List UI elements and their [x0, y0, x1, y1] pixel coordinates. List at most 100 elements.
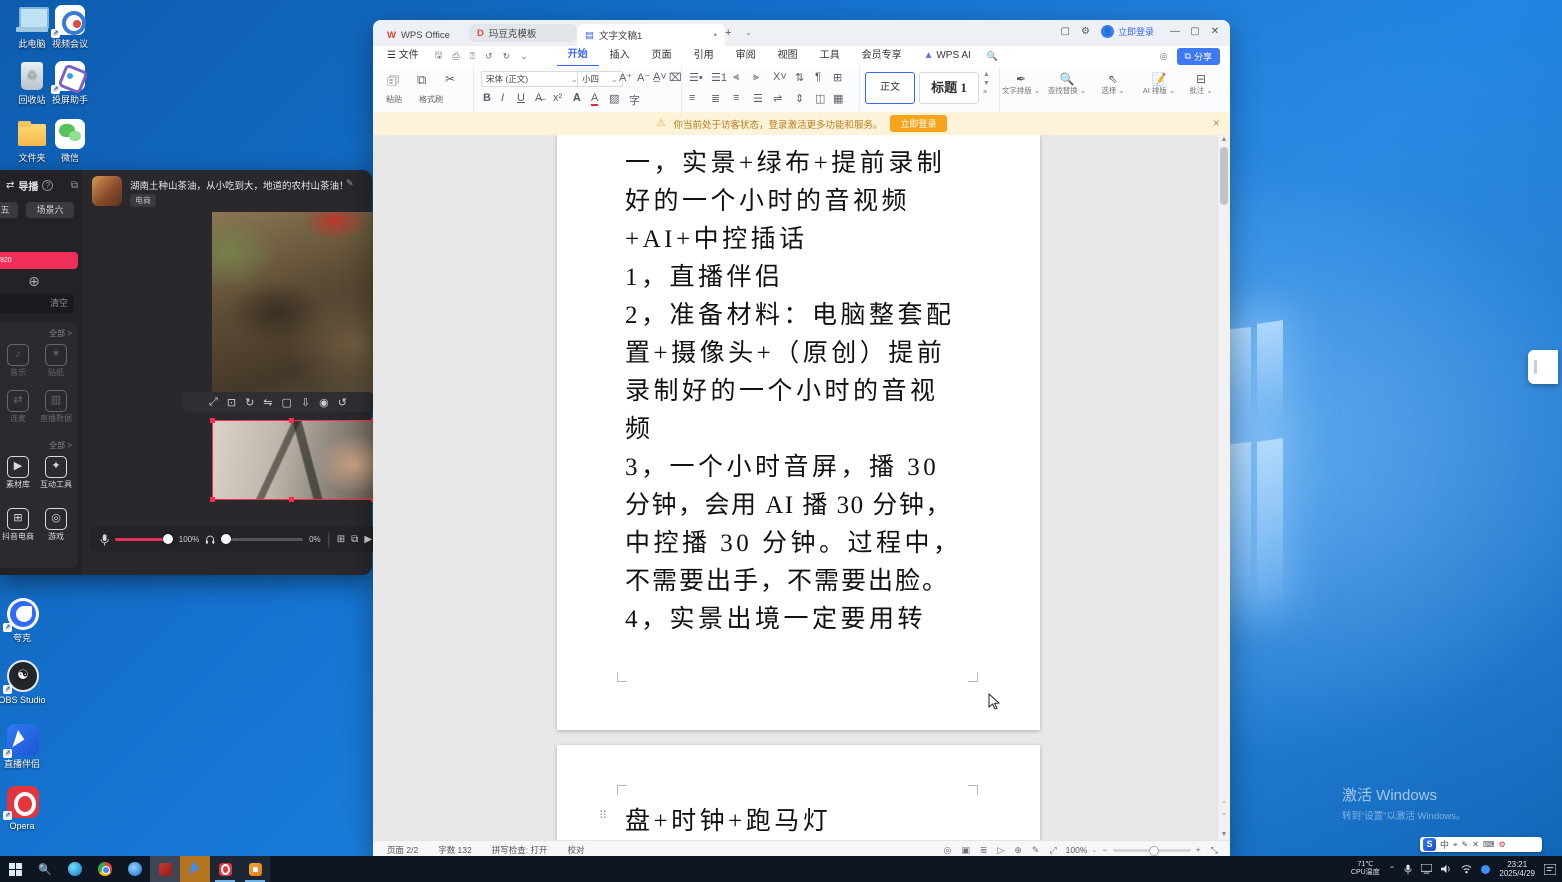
expand-icon[interactable]: ⤢: [209, 396, 218, 409]
settings-gear-icon[interactable]: ⚙: [1081, 26, 1090, 37]
edge-slideout-handle[interactable]: [1528, 350, 1558, 384]
crop-icon[interactable]: ▢: [282, 396, 292, 409]
desktop-icon-obs[interactable]: ☯ ↗ OBS Studio: [0, 660, 48, 706]
font-color-button[interactable]: A: [591, 92, 598, 106]
desktop-icon-wechat[interactable]: 微信: [42, 118, 98, 164]
tab-tools[interactable]: 工具: [809, 46, 851, 66]
text-effects-icon[interactable]: A̲˅: [653, 71, 667, 83]
highlight-button[interactable]: 𝐀: [573, 92, 581, 105]
flip-icon[interactable]: ⇋: [263, 396, 272, 409]
ime-keyboard-icon[interactable]: ⌨: [1483, 840, 1495, 849]
swap-icon[interactable]: ⇄: [6, 180, 14, 191]
help-icon[interactable]: ?: [42, 180, 53, 191]
ime-select-icon[interactable]: ⌖: [1453, 840, 1458, 850]
align-right-button[interactable]: ≡: [733, 92, 739, 104]
tab-reference[interactable]: 引用: [683, 46, 725, 66]
superscript-button[interactable]: x²: [553, 92, 562, 104]
reset-icon[interactable]: ↺: [338, 396, 347, 409]
scroll-up-arrow[interactable]: ▲: [1218, 135, 1230, 145]
indent-button[interactable]: ⫸: [753, 71, 759, 84]
tool-interactive[interactable]: ✦ 互动工具: [38, 456, 74, 489]
desktop-icon-opera[interactable]: ↗ Opera: [0, 786, 48, 832]
ime-close-icon[interactable]: ✕: [1472, 840, 1479, 849]
ime-settings-icon[interactable]: ⚙: [1498, 840, 1505, 849]
taskbar-orange-running-icon[interactable]: [240, 856, 270, 882]
select-button[interactable]: ⇖ 选择 ⌄: [1093, 72, 1133, 95]
ime-lang-mode[interactable]: 中: [1440, 838, 1449, 851]
desktop-icon-quark[interactable]: ↗ 夸克: [0, 598, 48, 644]
cut-icon[interactable]: ✂: [445, 72, 455, 86]
tab-home[interactable]: 开始: [557, 45, 599, 67]
headphone-icon[interactable]: [205, 534, 215, 545]
ime-handwrite-icon[interactable]: ✎: [1462, 840, 1469, 849]
ai-layout-button[interactable]: 📝 AI 排版 ⌄: [1139, 72, 1179, 95]
para-borders-button[interactable]: ▦: [833, 92, 843, 105]
document-area[interactable]: 一，实景+绿布+提前录制 好的一个小时的音视频 +AI+中控插话 1，直播伴侣 …: [373, 135, 1230, 840]
font-name-select[interactable]: 宋体 (正文)⌄: [481, 71, 583, 87]
ime-toolbar[interactable]: S 中 ⌖ ✎ ✕ ⌨ ⚙: [1420, 837, 1542, 852]
find-replace-button[interactable]: 🔍 查找替换 ⌄: [1047, 72, 1087, 95]
eye-mode-icon[interactable]: ◎: [939, 845, 957, 856]
paste-label[interactable]: 粘贴: [377, 94, 411, 105]
cpu-temp-widget[interactable]: 71℃CPU温度: [1351, 861, 1380, 877]
para-shading-button[interactable]: ◫: [815, 92, 825, 105]
sort-button[interactable]: ⇅: [795, 71, 804, 84]
taskbar-browser360-icon[interactable]: [120, 856, 150, 882]
mic-icon[interactable]: [100, 534, 109, 546]
tray-network-icon[interactable]: [1461, 864, 1472, 874]
web-view-icon[interactable]: ⊕: [1009, 845, 1027, 856]
align-center-button[interactable]: ≣: [711, 92, 720, 105]
bold-button[interactable]: B: [483, 92, 491, 104]
ime-logo[interactable]: S: [1423, 838, 1436, 851]
read-mode-icon[interactable]: ▷: [992, 845, 1009, 856]
wps-doc-tab-2[interactable]: D 玛豆克模板: [469, 24, 577, 42]
tray-clock[interactable]: 23:212025/4/29: [1499, 860, 1535, 878]
paste-icon[interactable]: 🗊: [387, 72, 399, 94]
search-icon[interactable]: 🔍: [982, 51, 1003, 62]
justify-button[interactable]: ☰: [753, 92, 763, 105]
login-entry[interactable]: 👤 立即登录: [1101, 25, 1154, 38]
desktop-icon-app2[interactable]: ↗ 投屏助手: [42, 60, 98, 106]
paragraph-drag-handle[interactable]: ⠿: [599, 809, 607, 822]
monitor-volume-slider[interactable]: [221, 538, 303, 541]
document-page-1[interactable]: 一，实景+绿布+提前录制 好的一个小时的音视频 +AI+中控插话 1，直播伴侣 …: [557, 135, 1040, 730]
share-button[interactable]: ⧉分享: [1177, 48, 1220, 65]
tab-wps-ai[interactable]: ▲ WPS AI: [913, 46, 982, 66]
taskbar-search-button[interactable]: 🔍: [30, 856, 60, 882]
tray-mic-icon[interactable]: [1404, 864, 1412, 875]
fit-page-icon[interactable]: ⤢: [1044, 845, 1061, 856]
redo-icon[interactable]: ↻: [498, 51, 516, 62]
page-view-icon[interactable]: ▣: [956, 845, 975, 856]
rotate-icon[interactable]: ↻: [245, 396, 254, 409]
taskbar-edge-icon[interactable]: [60, 856, 90, 882]
scene-active-bar[interactable]: 920: [0, 252, 78, 269]
asian-layout-button[interactable]: X˅: [773, 71, 787, 83]
fullscreen-icon[interactable]: ⊡: [227, 396, 236, 409]
scroll-down-arrow[interactable]: ▼: [1218, 831, 1230, 838]
notice-login-button[interactable]: 立即登录: [890, 115, 946, 132]
distribute-button[interactable]: ⇌: [773, 92, 782, 105]
comment-button[interactable]: ⊟ 批注 ⌄: [1181, 72, 1221, 95]
strikethrough-button[interactable]: A̶: [535, 92, 542, 104]
screen-share-icon[interactable]: ⧉: [351, 534, 358, 545]
taskbar-chrome-icon[interactable]: [90, 856, 120, 882]
video-source-1[interactable]: [212, 212, 374, 395]
tab-view[interactable]: 视图: [767, 46, 809, 66]
clear-format-icon[interactable]: ⌧: [669, 71, 682, 84]
all-link-1[interactable]: 全部 >: [49, 328, 72, 339]
grow-font-icon[interactable]: A⁺: [619, 71, 632, 84]
focus-icon[interactable]: ◉: [319, 396, 329, 409]
edit-title-icon[interactable]: ✎: [346, 178, 354, 189]
scroll-thumb[interactable]: [1220, 147, 1228, 205]
tab-member[interactable]: 会员专享: [851, 46, 913, 66]
style-heading1[interactable]: 标题 1: [919, 72, 979, 104]
format-painter-label[interactable]: 格式刷: [411, 94, 451, 105]
send-back-icon[interactable]: ⇩: [301, 396, 310, 409]
page-up-down[interactable]: ⌃⌄: [1218, 800, 1230, 818]
fullscreen-button[interactable]: ⤡: [1206, 845, 1230, 856]
taskbar-live-companion-active-icon[interactable]: [180, 856, 210, 882]
layout-mode-icon[interactable]: ▢: [1061, 26, 1070, 37]
scene-tab-5[interactable]: 五: [0, 202, 18, 218]
notice-close-icon[interactable]: ✕: [1212, 118, 1220, 129]
tool-ecommerce[interactable]: ⊞ 抖音电商: [0, 508, 36, 541]
